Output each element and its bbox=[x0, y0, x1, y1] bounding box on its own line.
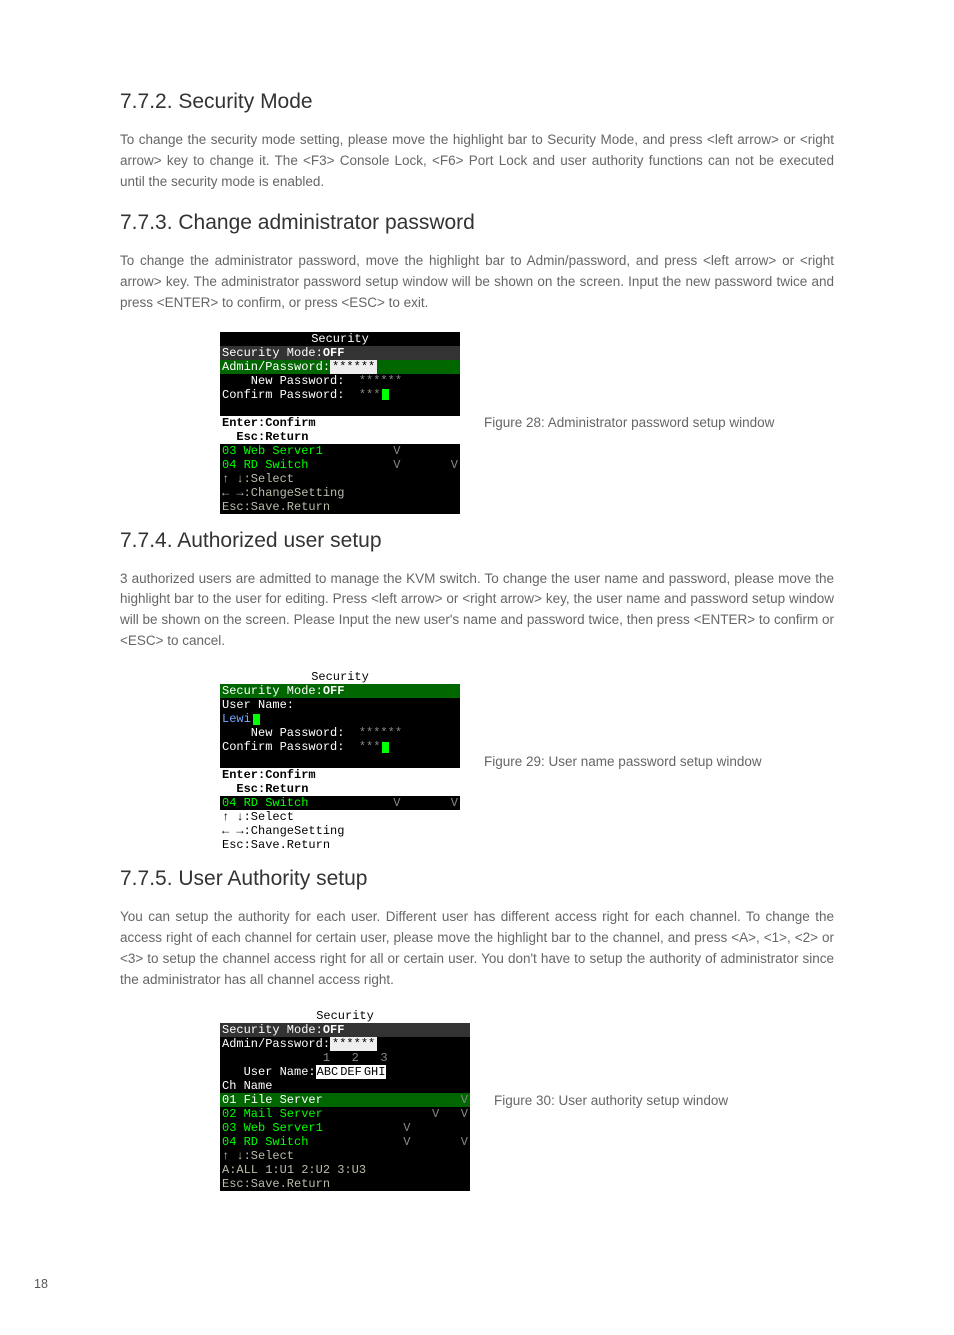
fig30-title: Security bbox=[316, 1009, 374, 1023]
fig29-user-name: User Name: bbox=[222, 698, 294, 712]
heading-security-mode: 7.7.2. Security Mode bbox=[120, 90, 834, 114]
fig29-conf-pw-val: *** bbox=[359, 740, 381, 754]
heading-user-authority-setup: 7.7.5. User Authority setup bbox=[120, 867, 834, 891]
fig30-u1: ABC bbox=[316, 1065, 340, 1079]
fig28-row4: 04 RD Switch bbox=[222, 458, 308, 472]
fig30-foot2c: 2:U2 bbox=[301, 1163, 337, 1177]
para-user-authority-setup: You can setup the authority for each use… bbox=[120, 907, 834, 991]
fig30-r1: 01 File Server bbox=[222, 1093, 323, 1107]
fig28-sec-mode: Security Mode: bbox=[222, 346, 323, 360]
fig28-conf-pw: Confirm Password: bbox=[222, 388, 344, 402]
fig29-foot2: ← →:ChangeSetting bbox=[222, 824, 344, 838]
fig30-foot2b: 1:U1 bbox=[265, 1163, 301, 1177]
figure-28-caption: Figure 28: Administrator password setup … bbox=[484, 413, 774, 433]
figure-29-caption: Figure 29: User name password setup wind… bbox=[484, 752, 762, 772]
fig29-esc: Esc:Return bbox=[222, 782, 308, 796]
fig30-foot1: ↑ ↓:Select bbox=[222, 1149, 294, 1163]
fig30-cols: 1 2 3 bbox=[222, 1051, 388, 1065]
cursor-icon bbox=[382, 389, 389, 400]
fig29-row4: 04 RD Switch bbox=[222, 796, 308, 810]
fig28-admin-pw: Admin/Password: bbox=[222, 360, 330, 374]
figure-29: Security Security Mode:OFF User Name: Le… bbox=[220, 670, 460, 852]
fig28-foot3: Esc:Save.Return bbox=[222, 500, 330, 514]
para-authorized-user-setup: 3 authorized users are admitted to manag… bbox=[120, 569, 834, 653]
fig30-admin-pw: Admin/Password: bbox=[222, 1037, 330, 1051]
fig30-r3: 03 Web Server1 bbox=[222, 1121, 323, 1135]
fig30-foot2a: A:ALL bbox=[222, 1163, 265, 1177]
fig29-sec-mode-val: OFF bbox=[323, 684, 345, 698]
fig28-title: Security bbox=[311, 332, 369, 346]
fig29-user-val: Lewi bbox=[222, 712, 251, 726]
heading-change-admin-password: 7.7.3. Change administrator password bbox=[120, 211, 834, 235]
fig30-uname: User Name: bbox=[222, 1065, 316, 1079]
fig29-foot3: Esc:Save.Return bbox=[222, 838, 330, 852]
fig29-title: Security bbox=[311, 670, 369, 684]
fig28-admin-pw-val: ****** bbox=[330, 360, 377, 374]
fig30-foot3: Esc:Save.Return bbox=[222, 1177, 330, 1191]
fig30-admin-pw-val: ****** bbox=[330, 1037, 377, 1051]
fig30-u2: DEF bbox=[339, 1065, 363, 1079]
fig30-chname: Ch Name bbox=[222, 1079, 272, 1093]
fig29-sec-mode: Security Mode: bbox=[222, 684, 323, 698]
fig28-new-pw: New Password: bbox=[222, 374, 344, 388]
fig30-sec-mode-val: OFF bbox=[323, 1023, 345, 1037]
fig29-foot1: ↑ ↓:Select bbox=[222, 810, 294, 824]
fig30-sec-mode: Security Mode: bbox=[222, 1023, 323, 1037]
fig28-row3: 03 Web Server1 bbox=[222, 444, 323, 458]
fig30-u3: GHI bbox=[363, 1065, 387, 1079]
figure-30: Security Security Mode:OFF Admin/Passwor… bbox=[220, 1009, 470, 1191]
para-change-admin-password: To change the administrator password, mo… bbox=[120, 251, 834, 314]
fig29-enter: Enter:Confirm bbox=[222, 768, 316, 782]
fig30-r4: 04 RD Switch bbox=[222, 1135, 308, 1149]
heading-authorized-user-setup: 7.7.4. Authorized user setup bbox=[120, 529, 834, 553]
fig29-new-pw: New Password: bbox=[222, 726, 344, 740]
fig29-conf-pw: Confirm Password: bbox=[222, 740, 344, 754]
fig28-esc: Esc:Return bbox=[222, 430, 308, 444]
cursor-icon bbox=[382, 742, 389, 753]
fig28-enter: Enter:Confirm bbox=[222, 416, 316, 430]
fig28-foot1: ↑ ↓:Select bbox=[222, 472, 294, 486]
figure-30-caption: Figure 30: User authority setup window bbox=[494, 1091, 728, 1111]
fig28-conf-pw-val: *** bbox=[359, 388, 381, 402]
fig28-new-pw-val: ****** bbox=[359, 374, 402, 388]
fig30-r2: 02 Mail Server bbox=[222, 1107, 323, 1121]
cursor-icon bbox=[253, 714, 260, 725]
para-security-mode: To change the security mode setting, ple… bbox=[120, 130, 834, 193]
figure-28: Security Security Mode:OFF Admin/Passwor… bbox=[220, 332, 460, 514]
fig29-new-pw-val: ****** bbox=[359, 726, 402, 740]
fig30-foot2d: 3:U3 bbox=[337, 1163, 366, 1177]
page-number: 18 bbox=[34, 1277, 48, 1291]
fig28-sec-mode-val: OFF bbox=[323, 346, 345, 360]
fig28-foot2: ← →:ChangeSetting bbox=[222, 486, 344, 500]
